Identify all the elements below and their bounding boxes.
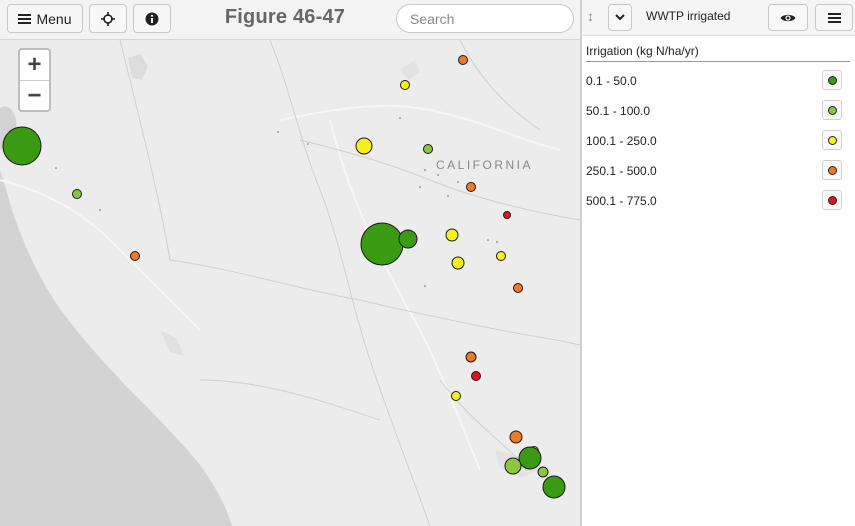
legend-panel: ↕ WWTP irrigated Irrigation (kg N/ha/yr)…: [582, 0, 855, 526]
legend-item-label: 50.1 - 100.0: [586, 104, 651, 118]
legend-swatch: [822, 160, 842, 180]
wwtp-point-marker[interactable]: [513, 283, 523, 293]
search-input[interactable]: [396, 4, 574, 33]
info-button[interactable]: [133, 4, 171, 33]
wwtp-point-marker[interactable]: [496, 251, 506, 261]
wwtp-point-marker[interactable]: [537, 466, 549, 478]
layer-header: ↕ WWTP irrigated: [582, 0, 855, 36]
legend-item: 0.1 - 50.0: [586, 70, 850, 92]
top-toolbar: Menu Figure 46-47: [0, 0, 580, 40]
legend-item: 50.1 - 100.0: [586, 100, 850, 122]
place-label: CALIFORNIA: [436, 158, 534, 172]
wwtp-point-marker[interactable]: [458, 55, 468, 65]
legend-title: Irrigation (kg N/ha/yr): [586, 44, 699, 58]
wwtp-points-layer: [2, 55, 566, 499]
wwtp-point-marker[interactable]: [400, 80, 410, 90]
zoom-control: + −: [18, 48, 51, 112]
legend-item-label: 500.1 - 775.0: [586, 194, 657, 208]
page-title: Figure 46-47: [224, 6, 346, 28]
legend-item-label: 0.1 - 50.0: [586, 74, 637, 88]
wwtp-point-marker[interactable]: [398, 229, 418, 249]
wwtp-point-marker[interactable]: [2, 126, 42, 166]
wwtp-point-marker[interactable]: [503, 211, 511, 219]
legend-item-label: 100.1 - 250.0: [586, 134, 657, 148]
drag-handle-icon[interactable]: ↕: [587, 8, 594, 24]
wwtp-point-marker[interactable]: [509, 430, 523, 444]
menu-button[interactable]: Menu: [7, 4, 83, 33]
map-view[interactable]: CALIFORNIA + −: [0, 0, 580, 526]
wwtp-point-marker[interactable]: [466, 182, 476, 192]
wwtp-point-marker[interactable]: [72, 189, 82, 199]
layer-visibility-button[interactable]: [768, 4, 808, 31]
hamburger-icon: [827, 12, 841, 23]
menu-button-label: Menu: [36, 10, 72, 27]
zoom-in-button[interactable]: +: [20, 50, 49, 81]
legend-swatch: [822, 100, 842, 120]
locate-button[interactable]: [89, 4, 127, 33]
wwtp-point-marker[interactable]: [471, 371, 481, 381]
wwtp-point-marker[interactable]: [360, 222, 404, 266]
hamburger-icon: [18, 13, 32, 24]
legend-item: 250.1 - 500.0: [586, 160, 850, 182]
eye-icon: [780, 14, 796, 21]
wwtp-point-marker[interactable]: [518, 446, 542, 470]
layer-name: WWTP irrigated: [646, 9, 731, 23]
chevron-down-icon: [615, 14, 625, 21]
legend-item-label: 250.1 - 500.0: [586, 164, 657, 178]
wwtp-point-marker[interactable]: [451, 256, 465, 270]
crosshair-icon: [101, 11, 115, 26]
wwtp-point-marker[interactable]: [451, 391, 461, 401]
wwtp-point-marker[interactable]: [423, 144, 433, 154]
legend-swatch: [822, 190, 842, 210]
legend-swatch-dot: [827, 105, 837, 115]
legend-swatch-dot: [827, 165, 837, 175]
legend-swatch-dot: [827, 135, 837, 145]
legend-swatch-dot: [827, 75, 837, 85]
wwtp-point-marker[interactable]: [130, 251, 140, 261]
legend-swatch-dot: [827, 195, 837, 205]
legend-swatch: [822, 70, 842, 90]
legend-swatch: [822, 130, 842, 150]
wwtp-point-marker[interactable]: [465, 351, 477, 363]
legend-item: 100.1 - 250.0: [586, 130, 850, 152]
legend-item: 500.1 - 775.0: [586, 190, 850, 212]
wwtp-point-marker[interactable]: [504, 457, 522, 475]
layer-menu-button[interactable]: [815, 4, 853, 31]
zoom-out-button[interactable]: −: [20, 81, 49, 111]
legend-divider: [586, 61, 850, 62]
wwtp-point-marker[interactable]: [445, 228, 459, 242]
wwtp-point-marker[interactable]: [542, 475, 566, 499]
wwtp-point-marker[interactable]: [355, 137, 373, 155]
layer-collapse-toggle[interactable]: [608, 4, 632, 31]
info-icon: [145, 12, 159, 25]
